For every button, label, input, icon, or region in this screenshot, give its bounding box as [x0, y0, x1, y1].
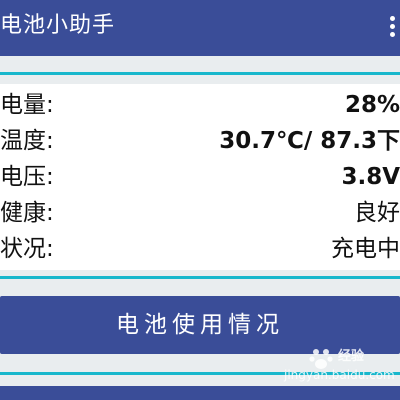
health-label: 健康:	[0, 200, 54, 226]
middle-accent-divider	[0, 276, 400, 279]
status-row: 状况: 充电中	[0, 232, 400, 268]
status-value: 充电中	[331, 236, 400, 262]
status-label: 状况:	[0, 236, 54, 262]
more-vertical-icon[interactable]	[390, 16, 398, 40]
temperature-row: 温度: 30.7℃/ 87.3下	[0, 124, 400, 160]
voltage-value: 3.8V	[341, 164, 400, 190]
health-value: 良好	[354, 200, 400, 226]
watermark-site: jingyan.baidu.com	[284, 368, 395, 382]
voltage-label: 电压:	[0, 164, 54, 190]
watermark-brand: 经验	[338, 349, 365, 364]
baidu-jingyan-watermark: 经验 jingyan.baidu.com	[256, 340, 395, 390]
temperature-value: 30.7℃/ 87.3下	[219, 128, 400, 154]
app-bar: 电池小助手	[0, 0, 400, 56]
battery-level-value: 28%	[344, 92, 400, 118]
top-accent-divider	[0, 72, 400, 75]
battery-helper-screen: 电池小助手 电量: 28% 温度: 30.7℃/ 87.3下 电压: 3.8V …	[0, 0, 400, 400]
voltage-row: 电压: 3.8V	[0, 160, 400, 196]
app-title: 电池小助手	[0, 13, 116, 38]
health-row: 健康: 良好	[0, 196, 400, 232]
battery-level-row: 电量: 28%	[0, 88, 400, 124]
temperature-label: 温度:	[0, 128, 54, 154]
battery-info-card: 电量: 28% 温度: 30.7℃/ 87.3下 电压: 3.8V 健康: 良好…	[0, 84, 400, 270]
battery-level-label: 电量:	[0, 92, 54, 118]
